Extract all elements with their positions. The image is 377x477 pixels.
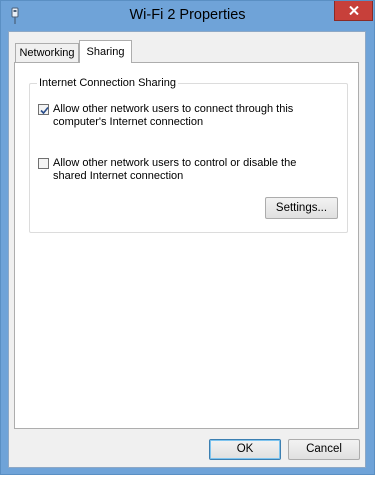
- internet-connection-sharing-group: Internet Connection Sharing Allow other …: [29, 77, 348, 233]
- close-icon: [349, 6, 359, 15]
- sharing-tab-panel: Internet Connection Sharing Allow other …: [14, 62, 359, 429]
- checkmark-icon: [40, 106, 49, 115]
- settings-button[interactable]: Settings...: [265, 197, 338, 219]
- ok-button[interactable]: OK: [209, 439, 281, 460]
- allow-connect-label: Allow other network users to connect thr…: [53, 103, 294, 128]
- tab-sharing[interactable]: Sharing: [79, 40, 132, 63]
- title-bar[interactable]: Wi-Fi 2 Properties: [1, 1, 374, 31]
- group-label: Internet Connection Sharing: [37, 77, 178, 89]
- close-button[interactable]: [334, 1, 373, 21]
- allow-control-checkbox[interactable]: [38, 158, 49, 169]
- cancel-button[interactable]: Cancel: [288, 439, 360, 460]
- allow-control-label: Allow other network users to control or …: [53, 157, 297, 182]
- tab-networking[interactable]: Networking: [15, 43, 79, 62]
- dialog-client-area: Networking Sharing Internet Connection S…: [8, 31, 366, 468]
- allow-connect-checkbox[interactable]: [38, 104, 49, 115]
- properties-window: Wi-Fi 2 Properties Networking Sharing In…: [0, 0, 375, 475]
- window-title: Wi-Fi 2 Properties: [129, 7, 246, 23]
